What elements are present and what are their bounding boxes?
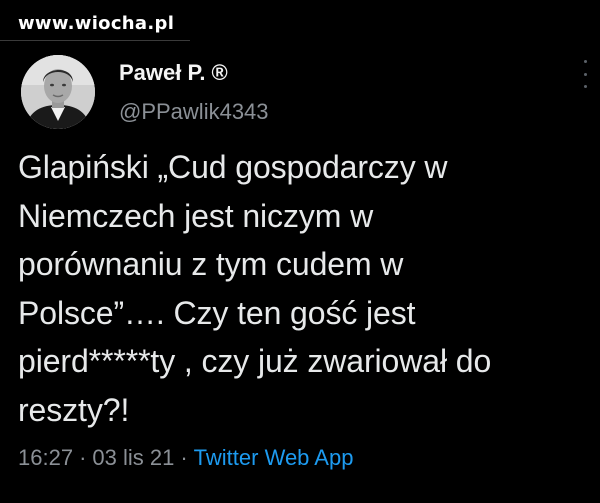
watermark-divider [0,40,190,41]
tweet-text: Glapiński „Cud gospodarczy w Niemczech j… [18,143,588,434]
tweet-metadata: 16:27 · 03 lis 21 · Twitter Web App [18,445,353,471]
author-handle[interactable]: @PPawlik4343 [119,99,269,125]
tweet-line: Polsce”…. Czy ten gość jest [18,294,416,331]
meta-separator: · [79,445,87,470]
profile-photo-icon [21,55,95,129]
tweet-line: Glapiński „Cud gospodarczy w [18,149,448,185]
tweet-date[interactable]: 03 lis 21 [92,445,174,470]
tweet-time[interactable]: 16:27 [18,445,73,470]
tweet-line: Niemczech jest niczym w [18,197,374,234]
meta-separator: · [180,445,188,470]
tweet-line: porównaniu z tym cudem w [18,246,404,282]
tweet-line: reszty?! [18,391,130,428]
more-options-icon[interactable] [582,60,588,88]
watermark-text: www.wiocha.pl [18,13,175,34]
author-display-name[interactable]: Paweł P. ® [119,60,228,86]
tweet-line: pierd*****ty , czy już zwariował do [18,343,492,379]
tweet-source-link[interactable]: Twitter Web App [194,445,354,470]
avatar[interactable] [21,55,95,129]
